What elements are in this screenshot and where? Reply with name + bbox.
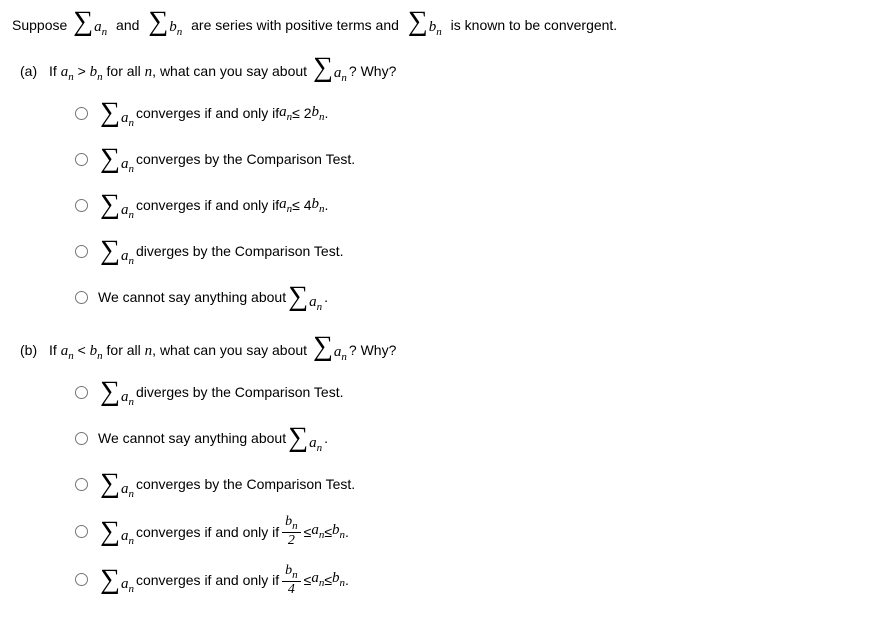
radio-a-2[interactable] bbox=[75, 153, 88, 166]
radio-b-4[interactable] bbox=[75, 525, 88, 538]
sigma-icon: ∑ bbox=[408, 8, 428, 36]
text-segment: Suppose bbox=[12, 17, 67, 33]
option-label: ∑an converges if and only if bn2 ≤ an ≤ … bbox=[98, 514, 349, 548]
option-label: ∑an diverges by the Comparison Test. bbox=[98, 378, 343, 406]
radio-a-5[interactable] bbox=[75, 291, 88, 304]
option-a-2: ∑an converges by the Comparison Test. bbox=[70, 143, 865, 175]
text-segment: and bbox=[116, 17, 139, 33]
radio-b-5[interactable] bbox=[75, 573, 88, 586]
options-b: ∑an diverges by the Comparison Test. We … bbox=[70, 376, 865, 597]
option-a-1: ∑an converges if and only if an ≤ 2bn. bbox=[70, 97, 865, 129]
option-label: ∑an converges by the Comparison Test. bbox=[98, 145, 355, 173]
radio-a-3[interactable] bbox=[75, 199, 88, 212]
part-a: (a) If an > bn for all n, what can you s… bbox=[12, 54, 865, 313]
sigma-an: ∑ an bbox=[313, 333, 347, 361]
option-label: We cannot say anything about ∑an. bbox=[98, 283, 328, 311]
text-segment: is known to be convergent. bbox=[451, 17, 618, 33]
radio-b-2[interactable] bbox=[75, 432, 88, 445]
option-b-5: ∑an converges if and only if bn4 ≤ an ≤ … bbox=[70, 563, 865, 597]
option-label: ∑an converges if and only if an ≤ 2bn. bbox=[98, 99, 328, 127]
sigma-bn: ∑ bn bbox=[148, 8, 182, 36]
option-b-1: ∑an diverges by the Comparison Test. bbox=[70, 376, 865, 408]
sigma-an: ∑ an bbox=[313, 54, 347, 82]
question-a: (a) If an > bn for all n, what can you s… bbox=[20, 54, 865, 83]
part-label-b: (b) bbox=[20, 342, 37, 358]
options-a: ∑an converges if and only if an ≤ 2bn. ∑… bbox=[70, 97, 865, 313]
option-b-2: We cannot say anything about ∑an. bbox=[70, 422, 865, 454]
text-segment: are series with positive terms and bbox=[191, 17, 399, 33]
part-b: (b) If an < bn for all n, what can you s… bbox=[12, 333, 865, 597]
option-a-5: We cannot say anything about ∑an. bbox=[70, 281, 865, 313]
radio-b-1[interactable] bbox=[75, 386, 88, 399]
part-label-a: (a) bbox=[20, 63, 37, 79]
question-b: (b) If an < bn for all n, what can you s… bbox=[20, 333, 865, 362]
option-b-4: ∑an converges if and only if bn2 ≤ an ≤ … bbox=[70, 514, 865, 548]
sigma-icon: ∑ bbox=[148, 8, 168, 36]
sigma-an: ∑ an bbox=[73, 8, 107, 36]
radio-a-4[interactable] bbox=[75, 245, 88, 258]
sigma-icon: ∑ bbox=[73, 8, 93, 36]
radio-a-1[interactable] bbox=[75, 107, 88, 120]
option-b-3: ∑an converges by the Comparison Test. bbox=[70, 468, 865, 500]
option-label: ∑an converges if and only if bn4 ≤ an ≤ … bbox=[98, 563, 349, 597]
intro-text: Suppose ∑ an and ∑ bn are series with po… bbox=[12, 8, 865, 36]
option-label: ∑an converges by the Comparison Test. bbox=[98, 470, 355, 498]
option-label: ∑an converges if and only if an ≤ 4bn. bbox=[98, 191, 328, 219]
option-a-3: ∑an converges if and only if an ≤ 4bn. bbox=[70, 189, 865, 221]
sigma-bn: ∑ bn bbox=[408, 8, 442, 36]
radio-b-3[interactable] bbox=[75, 478, 88, 491]
option-a-4: ∑an diverges by the Comparison Test. bbox=[70, 235, 865, 267]
option-label: ∑an diverges by the Comparison Test. bbox=[98, 237, 343, 265]
option-label: We cannot say anything about ∑an. bbox=[98, 424, 328, 452]
